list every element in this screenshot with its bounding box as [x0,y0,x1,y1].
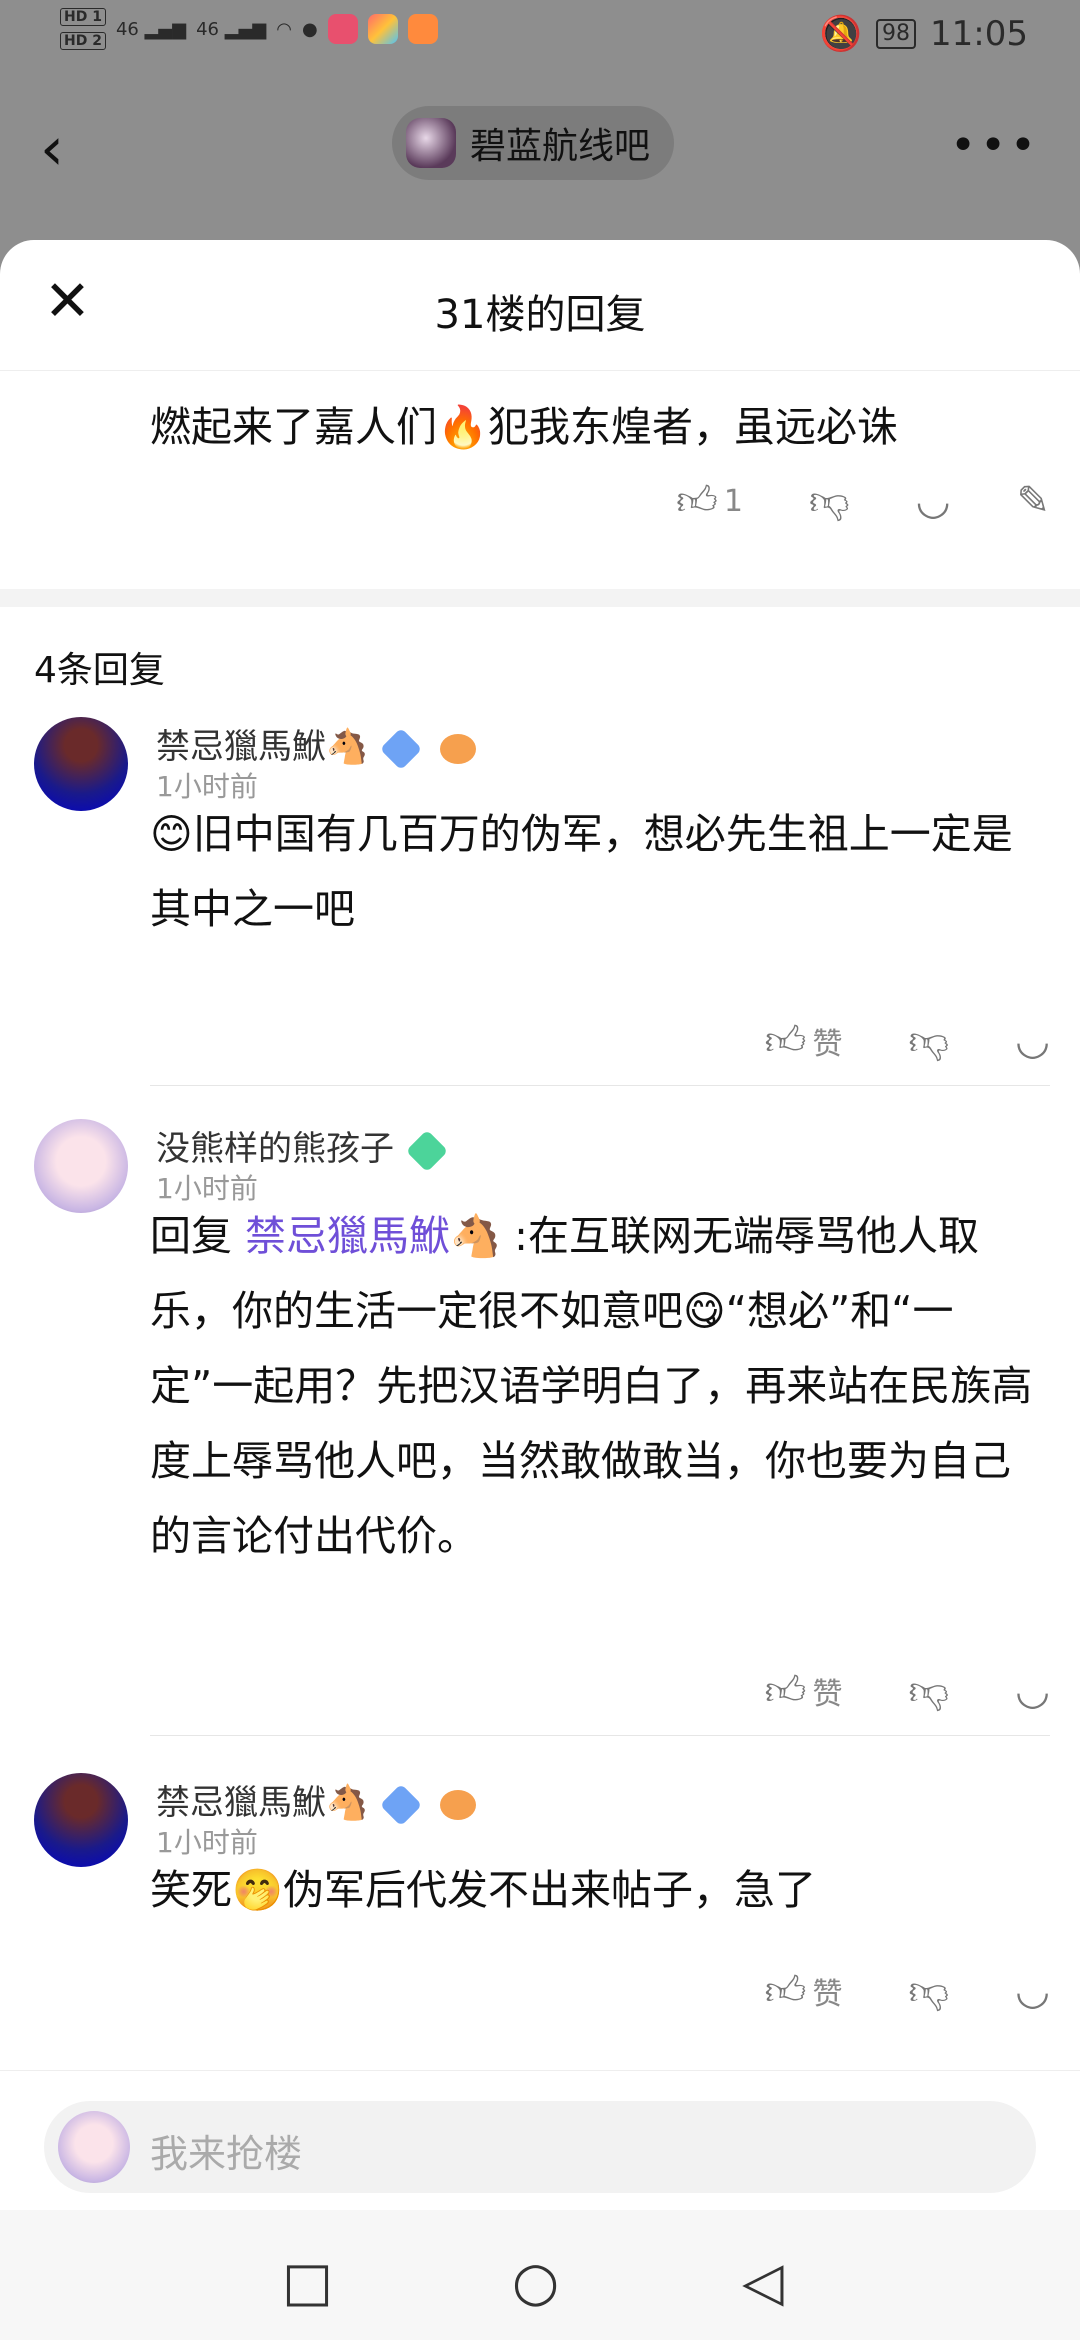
dislike-button[interactable]: 👎︎ [809,477,850,525]
back-chevron-icon[interactable]: ‹ [40,114,64,184]
username-row[interactable]: 没熊样的熊孩子 [156,1121,449,1172]
reply-actions: 👍︎ 赞 👎︎ ◡ [699,1017,1050,1065]
sim2-label: HD 2 [60,32,106,50]
top-bar: ‹ 碧蓝航线吧 ••• [0,80,1080,240]
status-left: HD 1 HD 2 46 ▂▄▆ 46 ▂▄▆ ◠ ● [60,8,438,50]
main-post-actions: 👍︎ 1 👎︎ ◡ ✎ [610,477,1050,525]
mute-bell-icon: 🔕 [819,14,863,54]
comment-button[interactable]: ◡ [1015,1018,1050,1064]
recents-square-icon[interactable]: □ [282,2250,333,2313]
thumbs-up-icon: 👍︎ [764,1018,807,1064]
reply-item: 禁忌獵馬鮲🐴 1小时前 😊旧中国有几百万的伪军，想必先生祖上一定是其中之一吧 👍… [0,717,1080,1089]
mention-link[interactable]: 禁忌獵馬鮲🐴 [245,1212,501,1260]
like-label: 赞 [812,1977,843,2012]
reply-item: 禁忌獵馬鮲🐴 1小时前 笑死🤭伪军后代发不出来帖子，急了 👍︎ 赞 👎︎ ◡ [0,1773,1080,2043]
dislike-button[interactable]: 👎︎ [908,1667,949,1715]
comment-icon: ◡ [1015,1018,1050,1064]
dislike-button[interactable]: 👎︎ [908,1017,949,1065]
comment-icon: ◡ [915,478,951,524]
home-circle-icon[interactable]: ○ [512,2250,559,2313]
comment-button[interactable]: ◡ [1015,1968,1050,2014]
like-button[interactable]: 👍︎ 赞 [765,1667,843,1715]
thumbs-up-icon: 👍︎ [764,1668,807,1714]
my-avatar [58,2111,130,2183]
forum-avatar [406,118,456,168]
reply-actions: 👍︎ 赞 👎︎ ◡ [699,1967,1050,2015]
thumbs-down-icon: 👎︎ [908,1668,950,1714]
dislike-button[interactable]: 👎︎ [908,1967,949,2015]
wifi-icon: ◠ [276,18,292,40]
signal1-icon: 46 ▂▄▆ [115,18,187,40]
signal2-icon: 46 ▂▄▆ [196,18,267,40]
comment-icon: ◡ [1015,1668,1050,1714]
forum-pill[interactable]: 碧蓝航线吧 [392,106,675,180]
username-row[interactable]: 禁忌獵馬鮲🐴 [156,719,477,770]
thumbs-up-icon: 👍︎ [676,478,718,524]
username-row[interactable]: 禁忌獵馬鮲🐴 [156,1775,477,1826]
edit-icon: ✎ [1016,478,1050,524]
back-triangle-icon[interactable]: ◁ [742,2250,784,2313]
main-post: 燃起来了嘉人们🔥犯我东煌者，虽远必诛 👍︎ 1 👎︎ ◡ ✎ [0,371,1080,589]
video-app-icon [407,14,438,44]
thumbs-up-icon: 👍︎ [764,1968,807,2014]
like-button[interactable]: 👍︎ 赞 [765,1017,843,1065]
level-badge [380,1783,423,1826]
comment-button[interactable]: ◡ [916,478,951,524]
thumbs-down-icon: 👎︎ [908,1968,950,2014]
like-count: 1 [723,483,743,519]
sheet-title: 31楼的回复 [434,292,646,338]
member-badge-icon [440,1789,477,1820]
reply-actions: 👍︎ 赞 👎︎ ◡ [699,1667,1050,1715]
status-bar: HD 1 HD 2 46 ▂▄▆ 46 ▂▄▆ ◠ ● 🔕 98 11:05 [0,0,1080,80]
sheet-header: ✕ 31楼的回复 [0,240,1080,371]
clock: 11:05 [930,14,1028,54]
reply-item: 没熊样的熊孩子 1小时前 回复 禁忌獵馬鮲🐴 :在互联网无端辱骂他人取乐，你的生… [0,1119,1080,1741]
input-placeholder: 我来抢楼 [150,2132,303,2176]
username: 禁忌獵馬鮲🐴 [156,1783,369,1823]
comment-icon: ◡ [1015,1968,1050,2014]
reply-count: 4条回复 [34,650,165,691]
more-icon[interactable]: ••• [950,120,1040,171]
thumbs-down-icon: 👎︎ [808,478,850,524]
separator [150,1085,1050,1086]
level-badge [405,1129,449,1172]
like-button[interactable]: 👍︎ 赞 [765,1967,843,2015]
reply-body: :在互联网无端辱骂他人取乐，你的生活一定很不如意吧😋“想必”和“一定”一起用？先… [150,1212,1033,1560]
avatar[interactable] [34,1773,128,1867]
username: 没熊样的熊孩子 [156,1129,394,1169]
like-label: 赞 [812,1677,843,1712]
main-post-text: 燃起来了嘉人们🔥犯我东煌者，虽远必诛 [150,403,899,451]
reply-text: 回复 禁忌獵馬鮲🐴 :在互联网无端辱骂他人取乐，你的生活一定很不如意吧😋“想必”… [150,1199,1050,1574]
status-right: 🔕 98 11:05 [820,14,1028,54]
like-button[interactable]: 👍︎ 1 [676,477,743,525]
sim-indicator: HD 1 HD 2 [60,8,106,50]
battery-icon: 98 [876,19,917,49]
system-nav-bar: □ ○ ◁ [0,2210,1080,2340]
comment-button[interactable]: ◡ [1015,1668,1050,1714]
book-app-icon [327,14,358,44]
edit-button[interactable]: ✎ [1016,478,1050,524]
thumbs-down-icon: 👎︎ [908,1018,950,1064]
chat-icon: ● [301,18,318,40]
avatar[interactable] [34,717,128,811]
section-divider [0,589,1080,607]
reply-text: 😊旧中国有几百万的伪军，想必先生祖上一定是其中之一吧 [150,810,1013,933]
avatar[interactable] [34,1119,128,1213]
input-bar: 我来抢楼 [0,2070,1080,2211]
reply-prefix: 回复 [150,1212,246,1260]
level-badge [380,727,423,770]
like-label: 赞 [812,1027,843,1062]
reply-text: 笑死🤭伪军后代发不出来帖子，急了 [150,1866,817,1914]
reply-input[interactable]: 我来抢楼 [44,2101,1036,2193]
sim1-label: HD 1 [60,8,106,26]
separator [150,1735,1050,1736]
username: 禁忌獵馬鮲🐴 [156,727,369,767]
member-badge-icon [440,733,477,764]
reply-sheet: ✕ 31楼的回复 燃起来了嘉人们🔥犯我东煌者，虽远必诛 👍︎ 1 👎︎ ◡ ✎ … [0,240,1080,2210]
forum-name: 碧蓝航线吧 [470,126,651,167]
store-app-icon [367,14,398,44]
